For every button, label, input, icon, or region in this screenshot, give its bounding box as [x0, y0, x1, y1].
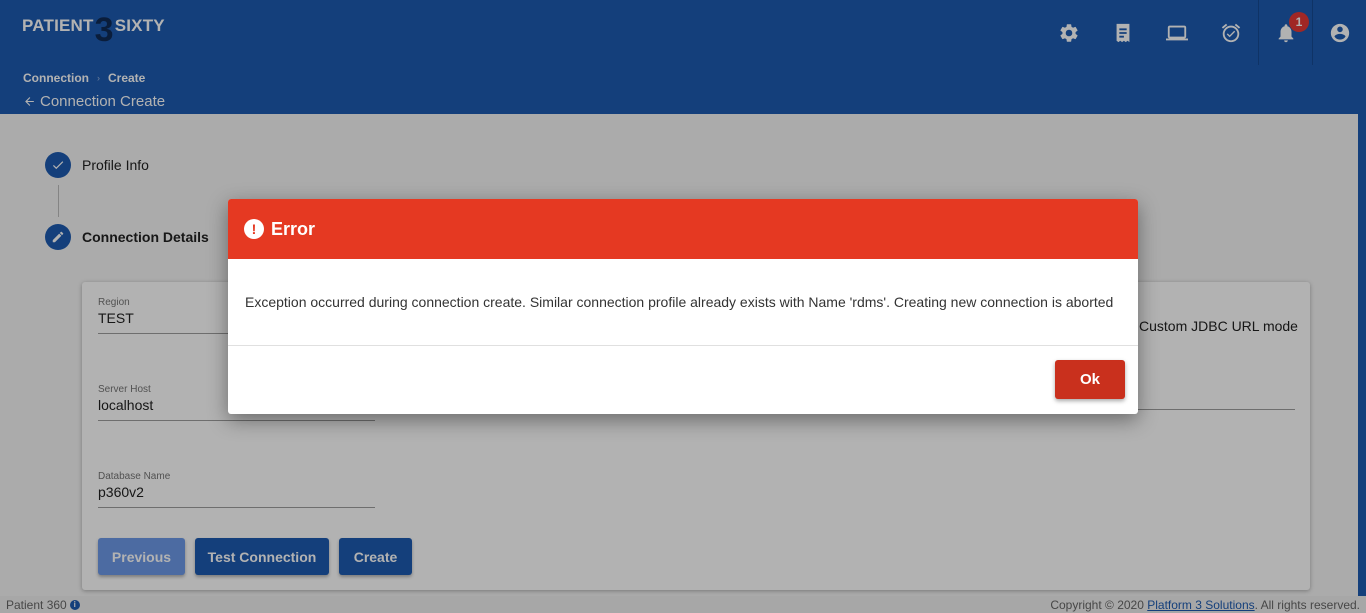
error-dialog-title: Error — [271, 218, 316, 239]
ok-button[interactable]: Ok — [1055, 360, 1125, 399]
error-dialog-header: ! Error — [228, 199, 1138, 259]
error-dialog: ! Error Exception occurred during connec… — [228, 199, 1138, 414]
exclamation-icon: ! — [244, 219, 264, 239]
error-dialog-message: Exception occurred during connection cre… — [228, 259, 1138, 346]
